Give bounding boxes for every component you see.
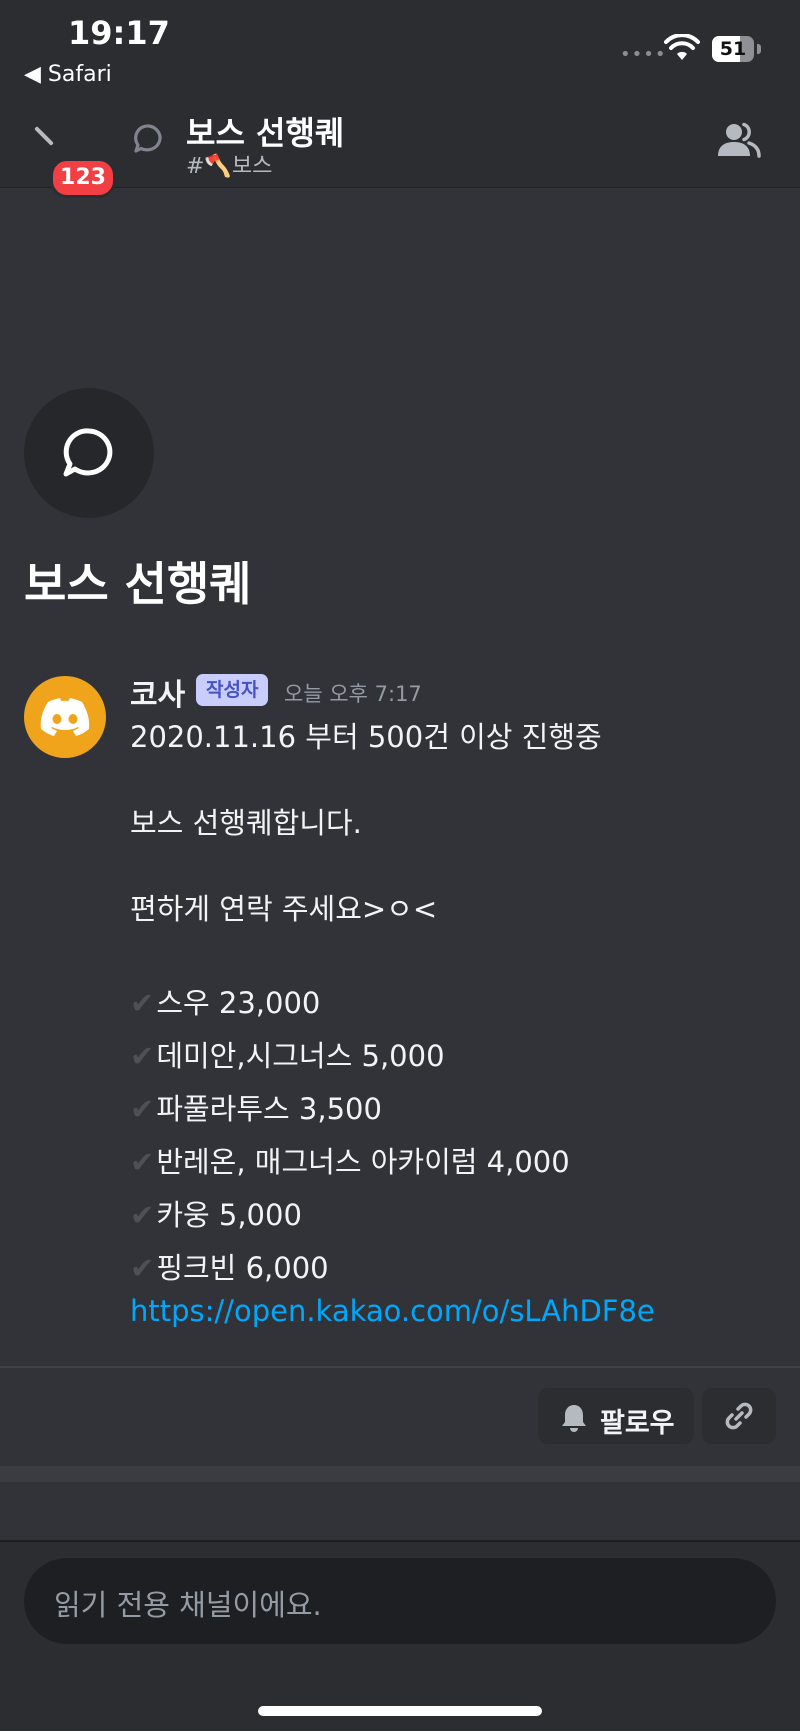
kakao-open-chat-link[interactable]: https://open.kakao.com/o/sLAhDF8e xyxy=(130,1294,655,1328)
discord-logo-icon xyxy=(40,698,90,736)
signal-icon: •••• xyxy=(620,44,667,65)
price-item-text: 데미안,시그너스 5,000 xyxy=(156,1039,445,1073)
back-button[interactable]: 123 xyxy=(28,114,116,198)
price-item: ✔파풀라투스 3,500 xyxy=(130,1086,382,1128)
price-item-text: 파풀라투스 3,500 xyxy=(156,1092,382,1126)
channel-header: 123 보스 선행퀘 #🪓보스 xyxy=(0,92,800,198)
battery-percent: 51 xyxy=(719,38,747,60)
price-item-text: 핑크빈 6,000 xyxy=(156,1251,329,1285)
checkmark-icon: ✔ xyxy=(130,1092,155,1126)
composer-area: 읽기 전용 채널이에요. xyxy=(0,1542,800,1731)
thread-icon-circle xyxy=(24,388,154,518)
price-item: ✔데미안,시그너스 5,000 xyxy=(130,1033,445,1075)
readonly-notice-text: 읽기 전용 채널이에요. xyxy=(54,1588,322,1622)
checkmark-icon: ✔ xyxy=(130,1198,155,1232)
price-item-text: 카웅 5,000 xyxy=(156,1198,302,1232)
checkmark-icon: ✔ xyxy=(130,986,155,1020)
header-channel-name[interactable]: #🪓보스 xyxy=(186,148,272,180)
message-author[interactable]: 코사 xyxy=(130,670,185,714)
avatar[interactable] xyxy=(24,676,106,758)
price-item: ✔스우 23,000 xyxy=(130,980,320,1022)
members-icon[interactable] xyxy=(716,120,762,160)
wifi-icon xyxy=(664,34,700,60)
price-item: ✔반레온, 매그너스 아카이럼 4,000 xyxy=(130,1139,570,1181)
price-item-text: 스우 23,000 xyxy=(156,986,321,1020)
thread-large-icon xyxy=(63,428,113,477)
home-indicator[interactable] xyxy=(258,1706,542,1716)
message-line: 2020.11.16 부터 500건 이상 진행중 xyxy=(130,720,602,754)
battery-tip xyxy=(757,44,761,54)
battery-icon: 51 xyxy=(712,36,754,62)
checkmark-icon: ✔ xyxy=(130,1145,155,1179)
message-line: 보스 선행퀘합니다. xyxy=(130,806,362,840)
price-item-text: 반레온, 매그너스 아카이럼 4,000 xyxy=(156,1145,570,1179)
message-timestamp: 오늘 오후 7:17 xyxy=(284,682,422,706)
message-line: 편하게 연락 주세요>ㅇ< xyxy=(130,892,438,926)
price-item: ✔핑크빈 6,000 xyxy=(130,1245,329,1287)
thread-icon xyxy=(134,124,162,153)
unread-count-badge: 123 xyxy=(50,158,116,198)
readonly-notice-field: 읽기 전용 채널이에요. xyxy=(24,1558,776,1644)
back-icon xyxy=(34,126,54,146)
original-poster-badge: 작성자 xyxy=(196,674,269,706)
follow-button[interactable]: 팔로우 xyxy=(538,1388,694,1444)
price-item: ✔카웅 5,000 xyxy=(130,1192,302,1234)
follow-button-label: 팔로우 xyxy=(600,1408,675,1439)
thread-title: 보스 선행퀘 xyxy=(24,557,252,611)
status-bar: 19:17 ◀ Safari •••• 51 xyxy=(0,0,800,92)
divider xyxy=(0,1366,800,1368)
bell-icon xyxy=(562,1405,586,1432)
status-time: 19:17 xyxy=(68,14,170,52)
copy-link-button[interactable] xyxy=(702,1388,776,1444)
link-icon xyxy=(725,1402,753,1430)
checkmark-icon: ✔ xyxy=(130,1039,155,1073)
back-to-safari-link[interactable]: ◀ Safari xyxy=(24,62,112,87)
section-separator xyxy=(0,1466,800,1482)
checkmark-icon: ✔ xyxy=(130,1251,155,1285)
